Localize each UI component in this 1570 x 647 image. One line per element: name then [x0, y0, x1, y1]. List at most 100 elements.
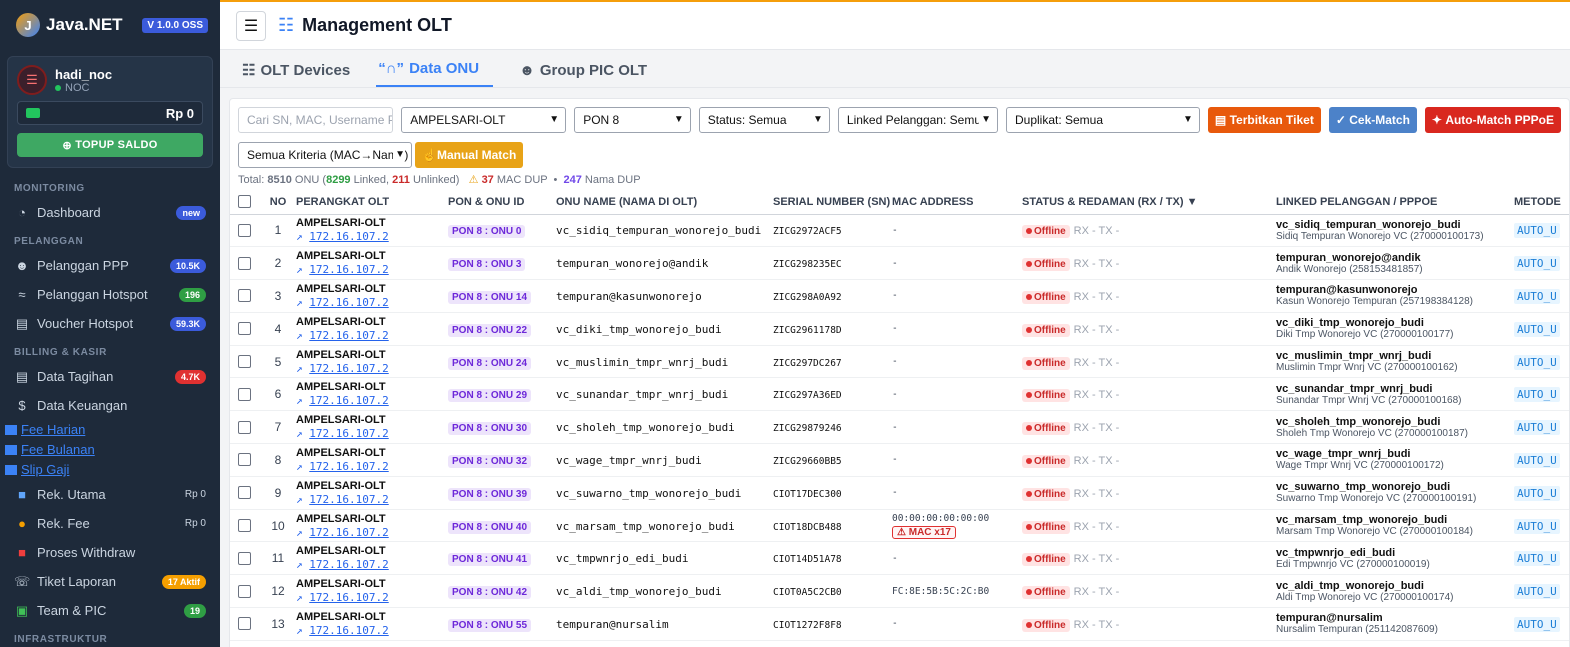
olt-ip-link[interactable]: 172.16.107.2	[309, 394, 388, 407]
row-checkbox[interactable]	[238, 289, 251, 303]
duplikat-select[interactable]: Duplikat: Semua ▼	[1005, 107, 1200, 133]
olt-ip-link[interactable]: 172.16.107.2	[309, 526, 388, 539]
olt-ip-link[interactable]: 172.16.107.2	[309, 460, 388, 473]
sidebar-item-team-pic[interactable]: ▣ Team & PIC 19	[0, 596, 220, 625]
search-input[interactable]: Cari SN, MAC, Username PPPoE	[238, 107, 394, 133]
row-checkbox-cell[interactable]	[230, 279, 260, 313]
status-select[interactable]: Status: Semua ▼	[698, 107, 830, 133]
table-row[interactable]: 7 AMPELSARI-OLT ↗ 172.16.107.2 PON 8 : ONU …	[230, 410, 1569, 445]
table-row[interactable]: 9 AMPELSARI-OLT ↗ 172.16.107.2 PON 8 : ONU …	[230, 476, 1569, 510]
table-row[interactable]: 3 AMPELSARI-OLT ↗ 172.16.107.2 PON 8 : ONU …	[230, 279, 1569, 313]
col-no[interactable]: NO	[260, 190, 296, 215]
row-checkbox[interactable]	[238, 355, 251, 369]
sidebar-item-rek-utama[interactable]: ■ Rek. Utama Rp 0	[0, 480, 220, 509]
row-checkbox-cell[interactable]	[230, 312, 260, 346]
row-checkbox[interactable]	[238, 486, 251, 500]
avatar[interactable]: ☰	[17, 65, 47, 95]
terbitkan-tiket-button[interactable]: ▤ Terbitkan Tiket	[1207, 107, 1321, 133]
table-row[interactable]: 8 AMPELSARI-OLT ↗ 172.16.107.2 PON 8 : ONU …	[230, 443, 1569, 477]
menu-toggle-button[interactable]: ☰	[236, 10, 266, 41]
row-status: Offline RX - TX -	[1022, 509, 1276, 543]
col-sn[interactable]: SERIAL NUMBER (SN)	[773, 190, 892, 215]
col-metode[interactable]: METODE	[1514, 190, 1569, 215]
sidebar-item-dashboard[interactable]: ◔ Dashboard new	[0, 198, 220, 227]
mac-dup-badge[interactable]: ⚠ MAC x17	[892, 525, 956, 539]
sidebar-item-pelanggan-hotspot[interactable]: ≈ Pelanggan Hotspot 196	[0, 280, 220, 309]
sidebar-item-data-keuangan[interactable]: $ Data Keuangan	[0, 391, 220, 420]
sidebar-item-tiket-laporan[interactable]: ☏ Tiket Laporan 17 Aktif	[0, 567, 220, 596]
row-checkbox[interactable]	[238, 453, 251, 467]
sidebar-link-fee-harian[interactable]: Fee Harian	[0, 420, 220, 440]
row-checkbox-cell[interactable]	[230, 509, 260, 543]
table-row[interactable]: 1 AMPELSARI-OLT ↗ 172.16.107.2 PON 8 : ONU …	[230, 214, 1569, 248]
sidebar-item-rek-fee[interactable]: ● Rek. Fee Rp 0	[0, 509, 220, 538]
olt-ip-link[interactable]: 172.16.107.2	[309, 263, 388, 276]
row-checkbox[interactable]	[238, 584, 251, 598]
col-linked[interactable]: LINKED PELANGGAN / PPPOE	[1276, 190, 1514, 215]
table-row[interactable]: 4 AMPELSARI-OLT ↗ 172.16.107.2 PON 8 : ONU …	[230, 312, 1569, 346]
status-label: Offline	[1034, 587, 1066, 599]
row-checkbox-cell[interactable]	[230, 541, 260, 576]
sidebar-item-label: Voucher Hotspot	[37, 316, 134, 331]
olt-select[interactable]: AMPELSARI-OLT ▼	[401, 107, 567, 133]
col-pon[interactable]: PON & ONU ID	[448, 190, 556, 215]
row-checkbox[interactable]	[238, 519, 251, 533]
sidebar-item-proses-withdraw[interactable]: ■ Proses Withdraw	[0, 538, 220, 567]
col-mac[interactable]: MAC ADDRESS	[892, 190, 1022, 215]
sidebar-item-voucher-hotspot[interactable]: ▤ Voucher Hotspot 59.3K	[0, 309, 220, 338]
row-checkbox[interactable]	[238, 387, 251, 401]
auto-match-button[interactable]: ✦ Auto-Match PPPoE	[1424, 107, 1561, 133]
row-checkbox[interactable]	[238, 617, 251, 631]
row-checkbox-cell[interactable]	[230, 345, 260, 379]
table-row[interactable]: 12 AMPELSARI-OLT ↗ 172.16.107.2 PON 8 : ONU…	[230, 574, 1569, 609]
tab-group-pic-olt[interactable]: ☻ Group PIC OLT	[519, 62, 647, 87]
olt-ip-link[interactable]: 172.16.107.2	[309, 493, 388, 506]
row-checkbox[interactable]	[238, 551, 251, 565]
table-row[interactable]: 6 AMPELSARI-OLT ↗ 172.16.107.2 PON 8 : ONU …	[230, 377, 1569, 412]
row-checkbox-cell[interactable]	[230, 607, 260, 641]
table-row[interactable]: 11 AMPELSARI-OLT ↗ 172.16.107.2 PON 8 : ONU…	[230, 541, 1569, 576]
cek-match-button[interactable]: ✓ Cek-Match	[1328, 107, 1417, 133]
sidebar-item-pelanggan-ppp[interactable]: ☻ Pelanggan PPP 10.5K	[0, 251, 220, 280]
olt-ip-link[interactable]: 172.16.107.2	[309, 329, 388, 342]
col-perangkat[interactable]: PERANGKAT OLT	[296, 190, 448, 215]
olt-ip-link[interactable]: 172.16.107.2	[309, 296, 388, 309]
col-onu-name[interactable]: ONU NAME (NAMA DI OLT)	[556, 190, 773, 215]
row-checkbox[interactable]	[238, 223, 251, 237]
linked-select[interactable]: Linked Pelanggan: Semua ▼	[837, 107, 998, 133]
olt-ip-link[interactable]: 172.16.107.2	[309, 427, 388, 440]
row-checkbox-cell[interactable]	[230, 476, 260, 510]
olt-ip-link[interactable]: 172.16.107.2	[309, 624, 388, 637]
olt-ip-link[interactable]: 172.16.107.2	[309, 591, 388, 604]
olt-ip-link[interactable]: 172.16.107.2	[309, 558, 388, 571]
pon-select[interactable]: PON 8 ▼	[574, 107, 691, 133]
select-all-checkbox[interactable]	[230, 190, 260, 215]
checkbox[interactable]	[238, 195, 251, 209]
row-checkbox[interactable]	[238, 420, 251, 434]
topup-button[interactable]: ⊕ TOPUP SALDO	[17, 133, 203, 157]
olt-ip-link[interactable]: 172.16.107.2	[309, 362, 388, 375]
row-checkbox[interactable]	[238, 322, 251, 336]
row-onu-name: vc_marsam_tmp_wonorejo_budi	[556, 509, 773, 543]
table-row[interactable]: 2 AMPELSARI-OLT ↗ 172.16.107.2 PON 8 : ONU …	[230, 246, 1569, 281]
olt-name: AMPELSARI-OLT	[296, 348, 386, 361]
table-row[interactable]: 10 AMPELSARI-OLT ↗ 172.16.107.2 PON 8 : ONU…	[230, 509, 1569, 543]
row-checkbox-cell[interactable]	[230, 574, 260, 609]
row-checkbox[interactable]	[238, 256, 251, 270]
sidebar-link-slip-gaji[interactable]: Slip Gaji	[0, 460, 220, 480]
table-row[interactable]: 5 AMPELSARI-OLT ↗ 172.16.107.2 PON 8 : ONU …	[230, 345, 1569, 379]
table-row[interactable]: 13 AMPELSARI-OLT ↗ 172.16.107.2 PON 8 : ONU…	[230, 607, 1569, 641]
tab-olt-devices[interactable]: ☷ OLT Devices	[242, 61, 350, 87]
col-status[interactable]: STATUS & REDAMAN (RX / TX) ▼	[1022, 190, 1276, 215]
row-checkbox-cell[interactable]	[230, 214, 260, 248]
tab-data-onu[interactable]: “∩” Data ONU	[376, 60, 494, 87]
row-checkbox-cell[interactable]	[230, 410, 260, 445]
kriteria-select[interactable]: Semua Kriteria (MAC→Nama) ▼	[238, 142, 412, 168]
row-checkbox-cell[interactable]	[230, 246, 260, 281]
row-checkbox-cell[interactable]	[230, 443, 260, 477]
olt-ip-link[interactable]: 172.16.107.2	[309, 230, 388, 243]
manual-match-button[interactable]: ☝ Manual Match	[415, 142, 524, 168]
sidebar-link-fee-bulanan[interactable]: Fee Bulanan	[0, 440, 220, 460]
sidebar-item-data-tagihan[interactable]: ▤ Data Tagihan 4.7K	[0, 362, 220, 391]
row-checkbox-cell[interactable]	[230, 377, 260, 412]
